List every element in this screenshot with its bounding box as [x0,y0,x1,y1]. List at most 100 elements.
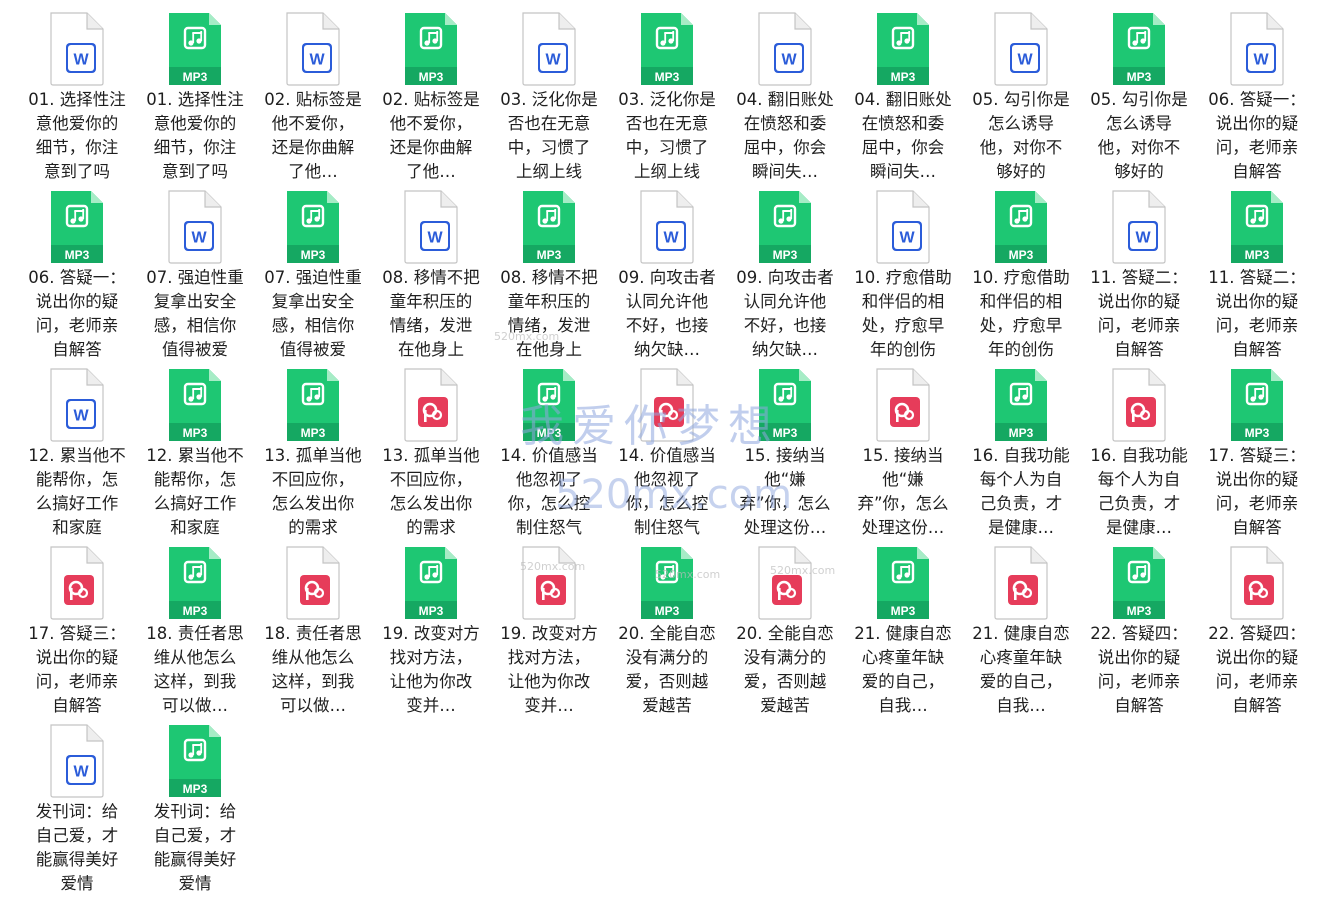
word-doc-icon: W [1109,190,1169,264]
file-item[interactable]: W 09. 向攻击者认同允许他不好，也接纳欠缺… [608,188,726,366]
file-item[interactable]: 16. 自我功能每个人为自己负责，才是健康… [1080,366,1198,544]
file-name: 07. 强迫性重复拿出安全感，相信你值得被爱 [264,268,362,359]
file-name: 06. 答疑一：说出你的疑问，老师亲自解答 [1208,90,1306,181]
file-item[interactable]: W 01. 选择性注意他爱你的细节，你注意到了吗 [18,10,136,188]
mp3-audio-icon: MP3 [283,190,343,264]
mp3-audio-icon: MP3 [401,546,461,620]
svg-text:MP3: MP3 [183,604,208,618]
file-item[interactable]: W 12. 累当他不能帮你，怎么搞好工作和家庭 [18,366,136,544]
pdf-doc-icon [47,546,107,620]
svg-text:MP3: MP3 [183,70,208,84]
file-name: 22. 答疑四：说出你的疑问，老师亲自解答 [1090,624,1188,715]
file-name: 04. 翻旧账处在愤怒和委屈中，你会瞬间失… [736,90,834,181]
mp3-audio-icon: MP3 [755,190,815,264]
file-name: 19. 改变对方找对方法，让他为你改变并… [500,624,598,715]
file-name: 15. 接纳当他“嫌弃”你，怎么处理这份恐惧 [739,446,831,537]
file-item[interactable]: MP3 17. 答疑三：说出你的疑问，老师亲自解答 [1198,366,1316,544]
file-name: 03. 泛化你是否也在无意中，习惯了上纲上线 [500,90,598,181]
mp3-audio-icon: MP3 [165,546,225,620]
svg-text:MP3: MP3 [301,426,326,440]
file-name: 09. 向攻击者认同允许他不好，也接纳欠缺… [618,268,716,359]
file-name: 20. 全能自恋没有满分的爱，否则越爱越苦 [618,624,716,715]
file-item[interactable]: 19. 改变对方找对方法，让他为你改变并… [490,544,608,722]
file-name: 20. 全能自恋没有满分的爱，否则越爱越苦 [736,624,834,715]
word-doc-icon: W [401,190,461,264]
file-item[interactable]: MP3 13. 孤单当他不回应你，怎么发出你的需求 [254,366,372,544]
file-item[interactable]: MP3 08. 移情不把童年积压的情绪，发泄在他身上 [490,188,608,366]
word-doc-icon: W [47,368,107,442]
file-item[interactable]: 21. 健康自恋心疼童年缺爱的自己，自我… [962,544,1080,722]
svg-text:MP3: MP3 [1127,70,1152,84]
file-item[interactable]: W 03. 泛化你是否也在无意中，习惯了上纲上线 [490,10,608,188]
file-item[interactable]: W 11. 答疑二：说出你的疑问，老师亲自解答 [1080,188,1198,366]
file-item[interactable]: 22. 答疑四：说出你的疑问，老师亲自解答 [1198,544,1316,722]
svg-text:W: W [191,230,207,247]
svg-text:MP3: MP3 [301,248,326,262]
file-item[interactable]: 15. 接纳当他“嫌弃”你，怎么处理这份恐惧 [844,366,962,544]
file-item[interactable]: MP3 11. 答疑二：说出你的疑问，老师亲自解答 [1198,188,1316,366]
file-item[interactable]: MP3 07. 强迫性重复拿出安全感，相信你值得被爱 [254,188,372,366]
file-item[interactable]: W 08. 移情不把童年积压的情绪，发泄在他身上 [372,188,490,366]
file-item[interactable]: MP3 19. 改变对方找对方法，让他为你改变并… [372,544,490,722]
file-item[interactable]: 17. 答疑三：说出你的疑问，老师亲自解答 [18,544,136,722]
file-item[interactable]: W 04. 翻旧账处在愤怒和委屈中，你会瞬间失… [726,10,844,188]
file-item[interactable]: MP3 22. 答疑四：说出你的疑问，老师亲自解答 [1080,544,1198,722]
file-item[interactable]: MP3 21. 健康自恋心疼童年缺爱的自己，自我… [844,544,962,722]
pdf-doc-icon [519,546,579,620]
svg-text:MP3: MP3 [1009,426,1034,440]
mp3-audio-icon: MP3 [873,12,933,86]
file-item[interactable]: W 02. 贴标签是他不爱你，还是你曲解了他… [254,10,372,188]
file-item[interactable]: 14. 价值感当他忽视了你，怎么控制住怒气 [608,366,726,544]
file-name: 11. 答疑二：说出你的疑问，老师亲自解答 [1208,268,1306,359]
word-doc-icon: W [47,12,107,86]
file-item[interactable]: MP3 发刊词：给自己爱，才能赢得美好爱情 [136,722,254,900]
file-item[interactable]: MP3 04. 翻旧账处在愤怒和委屈中，你会瞬间失… [844,10,962,188]
svg-text:W: W [781,52,797,69]
file-item[interactable]: MP3 09. 向攻击者认同允许他不好，也接纳欠缺… [726,188,844,366]
file-name: 01. 选择性注意他爱你的细节，你注意到了吗 [146,90,244,181]
file-item[interactable]: MP3 03. 泛化你是否也在无意中，习惯了上纲上线 [608,10,726,188]
svg-text:MP3: MP3 [537,248,562,262]
file-item[interactable]: MP3 01. 选择性注意他爱你的细节，你注意到了吗 [136,10,254,188]
file-item[interactable]: W 10. 疗愈借助和伴侣的相处，疗愈早年的创伤 [844,188,962,366]
mp3-audio-icon: MP3 [519,368,579,442]
file-name: 17. 答疑三：说出你的疑问，老师亲自解答 [1208,446,1306,537]
mp3-audio-icon: MP3 [1109,546,1169,620]
file-item[interactable]: MP3 20. 全能自恋没有满分的爱，否则越爱越苦 [608,544,726,722]
file-name: 02. 贴标签是他不爱你，还是你曲解了他… [382,90,480,181]
file-item[interactable]: MP3 12. 累当他不能帮你，怎么搞好工作和家庭 [136,366,254,544]
file-grid: W 01. 选择性注意他爱你的细节，你注意到了吗 MP3 01. 选择性注意他爱你的细… [18,10,1316,900]
pdf-doc-icon [283,546,343,620]
word-doc-icon: W [637,190,697,264]
svg-text:MP3: MP3 [1245,248,1270,262]
file-item[interactable]: MP3 02. 贴标签是他不爱你，还是你曲解了他… [372,10,490,188]
file-item[interactable]: 20. 全能自恋没有满分的爱，否则越爱越苦 [726,544,844,722]
mp3-audio-icon: MP3 [47,190,107,264]
svg-text:MP3: MP3 [773,248,798,262]
svg-text:MP3: MP3 [891,70,916,84]
svg-text:W: W [663,230,679,247]
file-item[interactable]: W 06. 答疑一：说出你的疑问，老师亲自解答 [1198,10,1316,188]
word-doc-icon: W [165,190,225,264]
file-item[interactable]: MP3 15. 接纳当他“嫌弃”你，怎么处理这份恐惧 [726,366,844,544]
file-name: 09. 向攻击者认同允许他不好，也接纳欠缺… [736,268,834,359]
file-item[interactable]: MP3 10. 疗愈借助和伴侣的相处，疗愈早年的创伤 [962,188,1080,366]
file-item[interactable]: MP3 14. 价值感当他忽视了你，怎么控制住怒气 [490,366,608,544]
svg-text:MP3: MP3 [537,426,562,440]
word-doc-icon: W [755,12,815,86]
file-item[interactable]: MP3 06. 答疑一：说出你的疑问，老师亲自解答 [18,188,136,366]
file-item[interactable]: 18. 责任者思维从他怎么这样，到我可以做… [254,544,372,722]
file-name: 06. 答疑一：说出你的疑问，老师亲自解答 [28,268,126,359]
file-item[interactable]: MP3 18. 责任者思维从他怎么这样，到我可以做… [136,544,254,722]
file-item[interactable]: MP3 16. 自我功能每个人为自己负责，才是健康… [962,366,1080,544]
file-item[interactable]: MP3 05. 勾引你是怎么诱导他，对你不够好的 [1080,10,1198,188]
pdf-doc-icon [873,368,933,442]
file-item[interactable]: W 05. 勾引你是怎么诱导他，对你不够好的 [962,10,1080,188]
svg-text:MP3: MP3 [1009,248,1034,262]
file-name: 17. 答疑三：说出你的疑问，老师亲自解答 [28,624,126,715]
file-item[interactable]: 13. 孤单当他不回应你，怎么发出你的需求 [372,366,490,544]
file-name: 08. 移情不把童年积压的情绪，发泄在他身上 [382,268,480,359]
file-item[interactable]: W 发刊词：给自己爱，才能赢得美好爱情 [18,722,136,900]
file-item[interactable]: W 07. 强迫性重复拿出安全感，相信你值得被爱 [136,188,254,366]
word-doc-icon: W [991,12,1051,86]
